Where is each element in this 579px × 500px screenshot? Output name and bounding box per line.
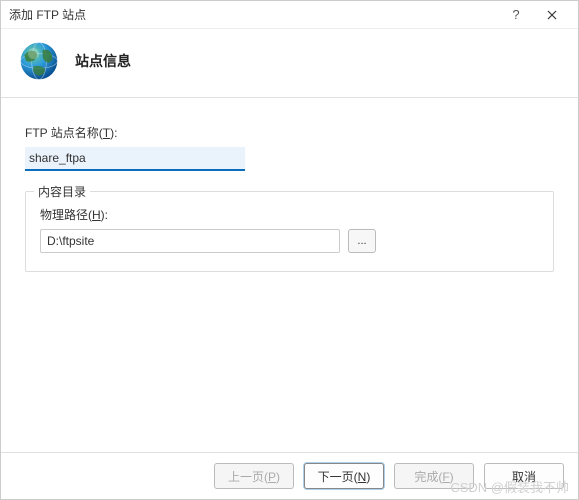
finish-button: 完成(F) <box>394 463 474 489</box>
physical-path-label: 物理路径(H): <box>40 206 539 223</box>
close-button[interactable] <box>534 1 570 29</box>
close-icon <box>547 10 557 20</box>
site-name-input[interactable] <box>25 147 245 171</box>
content-directory-group: 内容目录 物理路径(H): ... <box>25 191 554 272</box>
physical-path-input[interactable] <box>40 229 340 253</box>
next-button[interactable]: 下一页(N) <box>304 463 384 489</box>
wizard-footer: 上一页(P) 下一页(N) 完成(F) 取消 <box>1 452 578 499</box>
wizard-header: 站点信息 <box>1 29 578 98</box>
content-directory-legend: 内容目录 <box>34 183 90 200</box>
site-name-label: FTP 站点名称(T): <box>25 124 554 141</box>
window-title: 添加 FTP 站点 <box>9 6 498 23</box>
browse-button[interactable]: ... <box>348 229 376 253</box>
wizard-body: FTP 站点名称(T): 内容目录 物理路径(H): ... <box>1 98 578 452</box>
physical-path-row: ... <box>40 229 539 253</box>
dialog-window: 添加 FTP 站点 ? 站点信息 FTP 站点名称( <box>0 0 579 500</box>
titlebar: 添加 FTP 站点 ? <box>1 1 578 29</box>
help-button[interactable]: ? <box>498 1 534 29</box>
page-title: 站点信息 <box>75 51 131 71</box>
cancel-button[interactable]: 取消 <box>484 463 564 489</box>
prev-button: 上一页(P) <box>214 463 294 489</box>
globe-icon <box>17 39 61 83</box>
